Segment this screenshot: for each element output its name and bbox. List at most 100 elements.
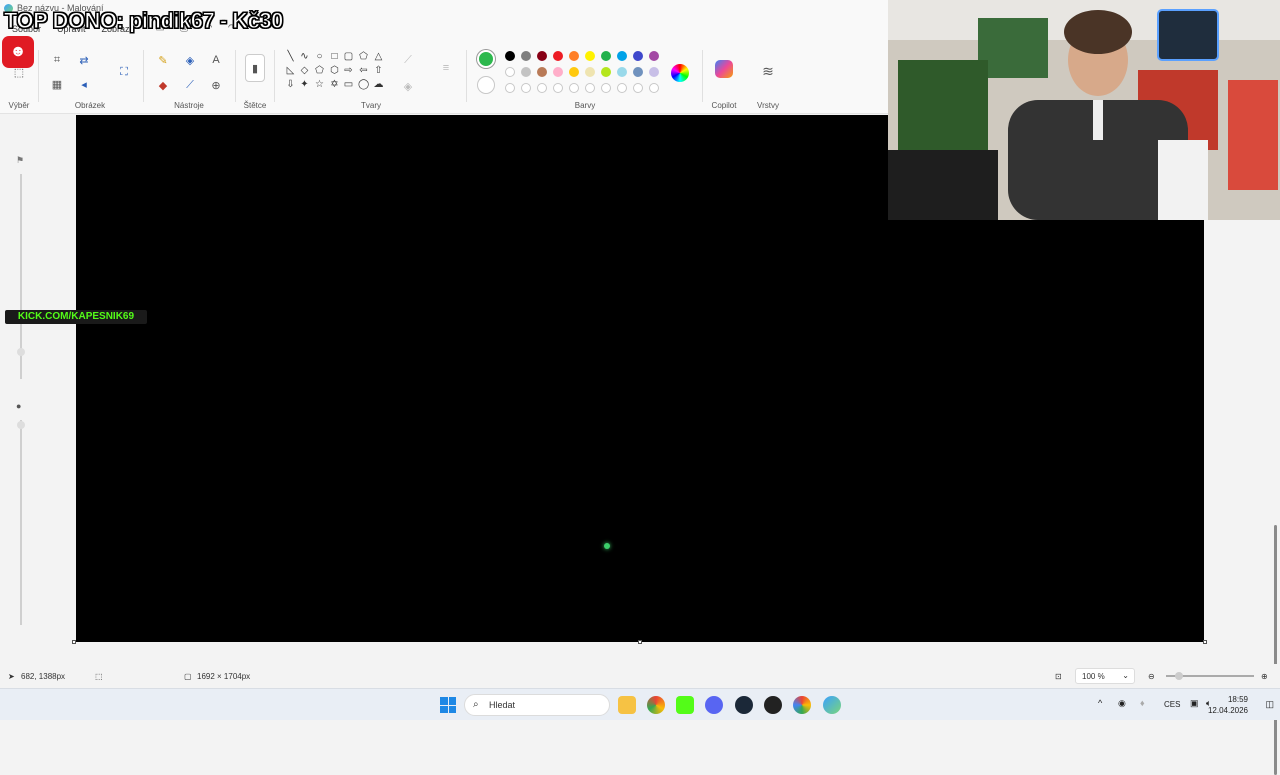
fill-icon[interactable]: ◈ <box>182 52 198 68</box>
tray-app-icon[interactable]: ◉ <box>1118 698 1126 709</box>
custom-color-slot[interactable] <box>617 83 627 93</box>
color-swatch[interactable] <box>617 67 627 77</box>
color-swatch[interactable] <box>505 67 515 77</box>
color-swatch[interactable] <box>585 51 595 61</box>
resize-handle-br[interactable] <box>1203 640 1207 644</box>
curve-icon[interactable]: ∿ <box>299 51 310 62</box>
custom-color-slot[interactable] <box>649 83 659 93</box>
pencil-icon[interactable]: ✎ <box>155 52 171 68</box>
primary-color[interactable] <box>477 50 495 68</box>
color-picker-icon[interactable]: ⟋ <box>182 77 198 93</box>
notification-icon[interactable]: ◫ <box>1265 699 1274 710</box>
color-swatch[interactable] <box>521 67 531 77</box>
text-icon[interactable]: A <box>208 52 224 68</box>
star5-icon[interactable]: ☆ <box>314 79 325 90</box>
brush-icon[interactable]: ▮ <box>245 54 265 82</box>
star4-icon[interactable]: ✦ <box>299 79 310 90</box>
edit-colors-icon[interactable] <box>671 64 689 82</box>
fit-to-window-icon[interactable]: ⊡ <box>1055 672 1062 681</box>
star6-icon[interactable]: ✡ <box>329 79 340 90</box>
obs-icon[interactable] <box>764 696 782 714</box>
color-swatch[interactable] <box>633 67 643 77</box>
zoom-dropdown[interactable]: 100 % ⌄ <box>1075 668 1135 684</box>
file-explorer-icon[interactable] <box>618 696 636 714</box>
copilot-icon[interactable] <box>715 60 733 78</box>
arrow-left-icon[interactable]: ⇦ <box>358 65 369 76</box>
callout-oval-icon[interactable]: ◯ <box>358 79 369 90</box>
line-icon[interactable]: ╲ <box>285 51 296 62</box>
zoom-out-icon[interactable]: ⊖ <box>1148 672 1155 681</box>
network-icon[interactable]: ▣ <box>1190 698 1199 709</box>
discord-icon[interactable] <box>705 696 723 714</box>
triangle-icon[interactable]: △ <box>373 51 384 62</box>
color-swatch[interactable] <box>617 51 627 61</box>
color-swatch[interactable] <box>537 51 547 61</box>
zoom-in-icon[interactable]: ⊕ <box>1261 672 1268 681</box>
polygon-icon[interactable]: ⬠ <box>358 51 369 62</box>
color-swatch[interactable] <box>537 67 547 77</box>
secondary-color[interactable] <box>477 76 495 94</box>
microphone-icon[interactable]: ♦ <box>1140 698 1145 708</box>
search-box[interactable]: ⌕ Hledat <box>464 694 610 716</box>
custom-color-slot[interactable] <box>537 83 547 93</box>
rotate-icon[interactable]: ◂ <box>76 76 92 92</box>
arrow-down-icon[interactable]: ⇩ <box>285 79 296 90</box>
paint-taskbar-icon[interactable] <box>823 696 841 714</box>
custom-color-slot[interactable] <box>569 83 579 93</box>
shape-fill-icon[interactable]: ◈ <box>400 78 416 94</box>
crop-icon[interactable]: ⌗ <box>49 52 65 68</box>
arrow-up-icon[interactable]: ⇧ <box>373 65 384 76</box>
eraser-icon[interactable]: ◆ <box>155 77 171 93</box>
clock[interactable]: 18:59 12.04.2026 <box>1208 694 1248 716</box>
chrome-icon[interactable] <box>647 696 665 714</box>
custom-color-slot[interactable] <box>505 83 515 93</box>
oval-icon[interactable]: ○ <box>314 51 325 62</box>
custom-color-slot[interactable] <box>521 83 531 93</box>
custom-color-slot[interactable] <box>633 83 643 93</box>
color-swatch[interactable] <box>553 67 563 77</box>
resize-icon[interactable]: ⇄ <box>76 52 92 68</box>
remove-background-icon[interactable]: ▦ <box>49 76 65 92</box>
color-swatch[interactable] <box>649 51 659 61</box>
size-icon[interactable]: ≡ <box>438 60 454 76</box>
arrow-right-icon[interactable]: ⇨ <box>343 65 354 76</box>
color-swatch[interactable] <box>505 51 515 61</box>
color-swatch[interactable] <box>553 51 563 61</box>
opacity-slider-knob[interactable] <box>17 421 25 429</box>
start-icon[interactable] <box>440 697 456 713</box>
color-swatch[interactable] <box>633 51 643 61</box>
outline-icon[interactable]: ⟋ <box>400 52 416 68</box>
custom-color-slot[interactable] <box>585 83 595 93</box>
pentagon-icon[interactable]: ⬠ <box>314 65 325 76</box>
custom-color-slot[interactable] <box>553 83 563 93</box>
color-swatch[interactable] <box>569 51 579 61</box>
color-swatch[interactable] <box>649 67 659 77</box>
rectangle-icon[interactable]: □ <box>329 51 340 62</box>
size-slider-knob[interactable] <box>17 348 25 356</box>
callout-rect-icon[interactable]: ▭ <box>343 79 354 90</box>
magnifier-icon[interactable]: ⊕ <box>208 77 224 93</box>
kick-icon[interactable] <box>676 696 694 714</box>
chrome-profile-icon[interactable] <box>793 696 811 714</box>
color-swatch[interactable] <box>569 67 579 77</box>
opacity-slider-track[interactable] <box>20 420 22 625</box>
tray-chevron-icon[interactable]: ^ <box>1098 698 1102 708</box>
zoom-slider-knob[interactable] <box>1175 672 1183 680</box>
color-swatch[interactable] <box>521 51 531 61</box>
layers-icon[interactable]: ≋ <box>760 63 776 79</box>
rounded-rectangle-icon[interactable]: ▢ <box>343 51 354 62</box>
color-swatch[interactable] <box>601 67 611 77</box>
custom-color-slot[interactable] <box>601 83 611 93</box>
resize-handle-bottom[interactable] <box>638 640 642 644</box>
color-swatch[interactable] <box>585 67 595 77</box>
hexagon-icon[interactable]: ⬡ <box>329 65 340 76</box>
color-swatch[interactable] <box>601 51 611 61</box>
resize-handle-bl[interactable] <box>72 640 76 644</box>
language-indicator[interactable]: CES <box>1164 700 1180 709</box>
steam-icon[interactable] <box>735 696 753 714</box>
image-creator-icon[interactable]: ⛶ <box>116 64 132 80</box>
right-triangle-icon[interactable]: ◺ <box>285 65 296 76</box>
vertical-scrollbar[interactable] <box>1274 525 1277 775</box>
callout-cloud-icon[interactable]: ☁ <box>373 79 384 90</box>
diamond-icon[interactable]: ◇ <box>299 65 310 76</box>
